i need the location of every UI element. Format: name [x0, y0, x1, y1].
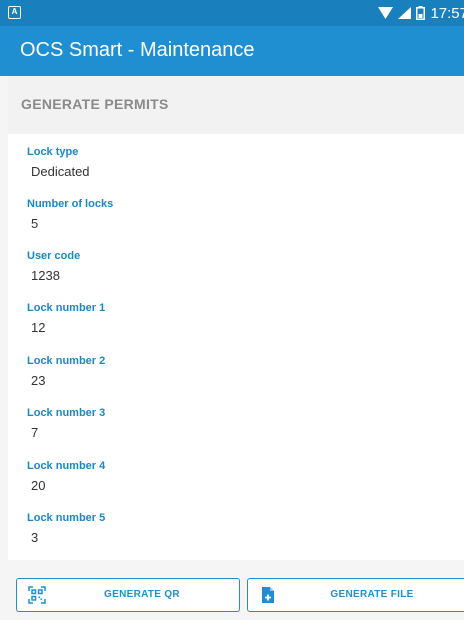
section-title: GENERATE PERMITS	[21, 96, 169, 112]
field-lock-number-1: Lock number 1 12	[27, 302, 105, 335]
field-number-of-locks: Number of locks 5	[27, 198, 113, 231]
status-bar: A 17:57	[0, 0, 464, 26]
permit-fields: Lock type Dedicated Number of locks 5 Us…	[8, 134, 464, 560]
field-value: 5	[31, 216, 39, 231]
section-header: GENERATE PERMITS	[8, 76, 464, 134]
field-label: Lock number 5	[27, 512, 106, 524]
field-label: Lock type	[27, 146, 79, 158]
battery-icon	[416, 6, 426, 20]
field-value: 3	[31, 530, 39, 545]
app-bar: OCS Smart - Maintenance	[0, 26, 464, 76]
field-value: 7	[31, 425, 39, 440]
field-label: Lock number 3	[27, 407, 106, 419]
field-value: 23	[31, 373, 46, 388]
status-icons: 17:57	[378, 0, 464, 26]
generate-qr-button[interactable]: GENERATE QR	[16, 578, 240, 612]
field-lock-number-3: Lock number 3 7	[27, 407, 105, 440]
field-value: 12	[31, 320, 46, 335]
content-panel: GENERATE PERMITS Lock type Dedicated Num…	[8, 76, 464, 620]
field-value: 20	[31, 478, 46, 493]
field-label: Lock number 1	[27, 302, 106, 314]
field-label: Lock number 4	[27, 460, 106, 472]
signal-icon	[398, 7, 412, 19]
generate-file-label: GENERATE FILE	[330, 589, 414, 600]
field-label: Number of locks	[27, 198, 114, 210]
field-user-code: User code 1238	[27, 250, 80, 283]
button-bar: GENERATE QR GENERATE FILE	[8, 560, 464, 620]
field-lock-type: Lock type Dedicated	[27, 146, 90, 179]
app-title: OCS Smart - Maintenance	[20, 39, 255, 61]
notification-app-icon-letter: A	[11, 7, 18, 16]
generate-qr-label: GENERATE QR	[104, 589, 180, 600]
field-value: 1238	[31, 268, 60, 283]
field-value: Dedicated	[31, 164, 90, 179]
field-lock-number-5: Lock number 5 3	[27, 512, 105, 545]
generate-file-button[interactable]: GENERATE FILE	[247, 578, 464, 612]
field-label: Lock number 2	[27, 355, 106, 367]
qr-code-icon	[28, 586, 46, 604]
wifi-icon	[378, 7, 394, 19]
field-lock-number-2: Lock number 2 23	[27, 355, 105, 388]
status-time: 17:57	[430, 4, 464, 22]
add-file-icon	[259, 586, 277, 604]
field-label: User code	[27, 250, 81, 262]
field-lock-number-4: Lock number 4 20	[27, 460, 105, 493]
notification-app-icon: A	[8, 6, 21, 19]
